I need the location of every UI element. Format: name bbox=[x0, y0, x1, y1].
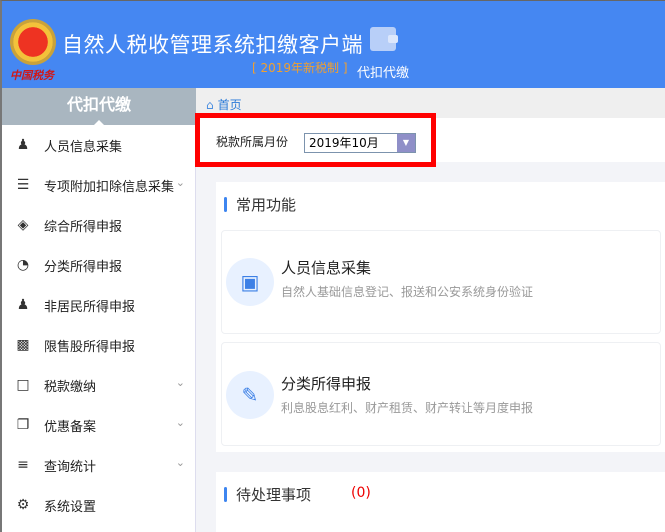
sidebar-item-preferential-filing[interactable]: ❐ 优惠备案 ⌄ bbox=[2, 405, 195, 445]
list-icon: ☰ bbox=[16, 177, 30, 193]
card-desc: 利息股息红利、财产租赁、财产转让等月度申报 bbox=[281, 401, 534, 415]
layers-icon: ◈ bbox=[17, 217, 29, 233]
app-header: 中国税务 自然人税收管理系统扣缴客户端 [ 2019年新税制 ] 代扣代缴 bbox=[0, 0, 665, 88]
pending-items-panel: 待处理事项 (0) bbox=[216, 472, 665, 532]
chevron-down-icon: ⌄ bbox=[175, 176, 185, 189]
highlight-box bbox=[195, 113, 436, 167]
sidebar-title: 代扣代缴 bbox=[0, 88, 196, 126]
sidebar-item-tax-payment[interactable]: □ 税款缴纳 ⌄ bbox=[2, 365, 195, 405]
wallet-icon[interactable] bbox=[370, 27, 398, 51]
sidebar-item-classified-income[interactable]: ◔ 分类所得申报 bbox=[2, 245, 195, 285]
sidebar-item-label: 人员信息采集 bbox=[44, 139, 123, 155]
function-card-classified-income[interactable]: ✎ 分类所得申报 利息股息红利、财产租赁、财产转让等月度申报 bbox=[221, 342, 661, 446]
app-title: 自然人税收管理系统扣缴客户端 bbox=[62, 33, 363, 57]
tax-system-badge: [ 2019年新税制 ] bbox=[252, 61, 348, 75]
chevron-down-icon: ⌄ bbox=[175, 416, 185, 429]
sidebar-item-label: 税款缴纳 bbox=[44, 379, 97, 395]
sidebar-item-label: 优惠备案 bbox=[44, 419, 97, 435]
sidebar-item-label: 分类所得申报 bbox=[44, 259, 123, 275]
sidebar-item-restricted-stock[interactable]: ▩ 限售股所得申报 bbox=[2, 325, 195, 365]
chevron-down-icon: ⌄ bbox=[175, 456, 185, 469]
breadcrumb-home[interactable]: 首页 bbox=[218, 98, 242, 112]
edit-icon: ✎ bbox=[226, 371, 274, 419]
user-add-icon: ♟ bbox=[16, 137, 30, 153]
section-title: 常用功能 bbox=[224, 194, 296, 215]
card-title: 人员信息采集 bbox=[281, 259, 372, 277]
sidebar-item-comprehensive-income[interactable]: ◈ 综合所得申报 bbox=[2, 205, 195, 245]
id-card-icon: ▣ bbox=[226, 258, 274, 306]
sidebar-item-label: 限售股所得申报 bbox=[44, 339, 136, 355]
pie-chart-icon: ◔ bbox=[16, 257, 30, 273]
function-card-person-info[interactable]: ▣ 人员信息采集 自然人基础信息登记、报送和公安系统身份验证 bbox=[221, 230, 661, 334]
section-title: 待处理事项 bbox=[224, 484, 311, 505]
sidebar-item-person-info[interactable]: ♟ 人员信息采集 bbox=[2, 125, 195, 165]
logo-text: 中国税务 bbox=[10, 69, 54, 82]
sidebar-item-label: 查询统计 bbox=[44, 459, 97, 475]
sidebar-item-query-stats[interactable]: ≡ 查询统计 ⌄ bbox=[2, 445, 195, 485]
sidebar: ♟ 人员信息采集 ☰ 专项附加扣除信息采集 ⌄ ◈ 综合所得申报 ◔ 分类所得申报 ♟ 非居… bbox=[0, 125, 196, 532]
card-desc: 自然人基础信息登记、报送和公安系统身份验证 bbox=[281, 285, 534, 299]
common-functions-panel: 常用功能 ▣ 人员信息采集 自然人基础信息登记、报送和公安系统身份验证 ✎ 分类… bbox=[216, 182, 665, 452]
sidebar-item-label: 专项附加扣除信息采集 bbox=[44, 179, 175, 195]
card-title: 分类所得申报 bbox=[281, 375, 372, 393]
gear-icon: ⚙ bbox=[16, 497, 30, 513]
sidebar-item-settings[interactable]: ⚙ 系统设置 bbox=[2, 485, 195, 525]
sidebar-item-label: 系统设置 bbox=[44, 499, 97, 515]
sidebar-item-nonresident-income[interactable]: ♟ 非居民所得申报 bbox=[2, 285, 195, 325]
bar-chart-icon: ▩ bbox=[16, 337, 30, 353]
search-list-icon: ≡ bbox=[17, 457, 29, 473]
sidebar-item-label: 综合所得申报 bbox=[44, 219, 123, 235]
copy-icon: ❐ bbox=[16, 417, 30, 433]
sidebar-item-label: 非居民所得申报 bbox=[44, 299, 136, 315]
mode-label[interactable]: 代扣代缴 bbox=[357, 62, 409, 81]
home-icon[interactable]: ⌂ bbox=[206, 98, 214, 112]
user-list-icon: ♟ bbox=[16, 297, 30, 313]
tax-emblem-logo bbox=[10, 19, 56, 65]
pending-count[interactable]: (0) bbox=[351, 485, 371, 501]
folder-icon: □ bbox=[16, 377, 30, 393]
sidebar-item-special-deduction[interactable]: ☰ 专项附加扣除信息采集 ⌄ bbox=[2, 165, 195, 205]
chevron-down-icon: ⌄ bbox=[175, 376, 185, 389]
